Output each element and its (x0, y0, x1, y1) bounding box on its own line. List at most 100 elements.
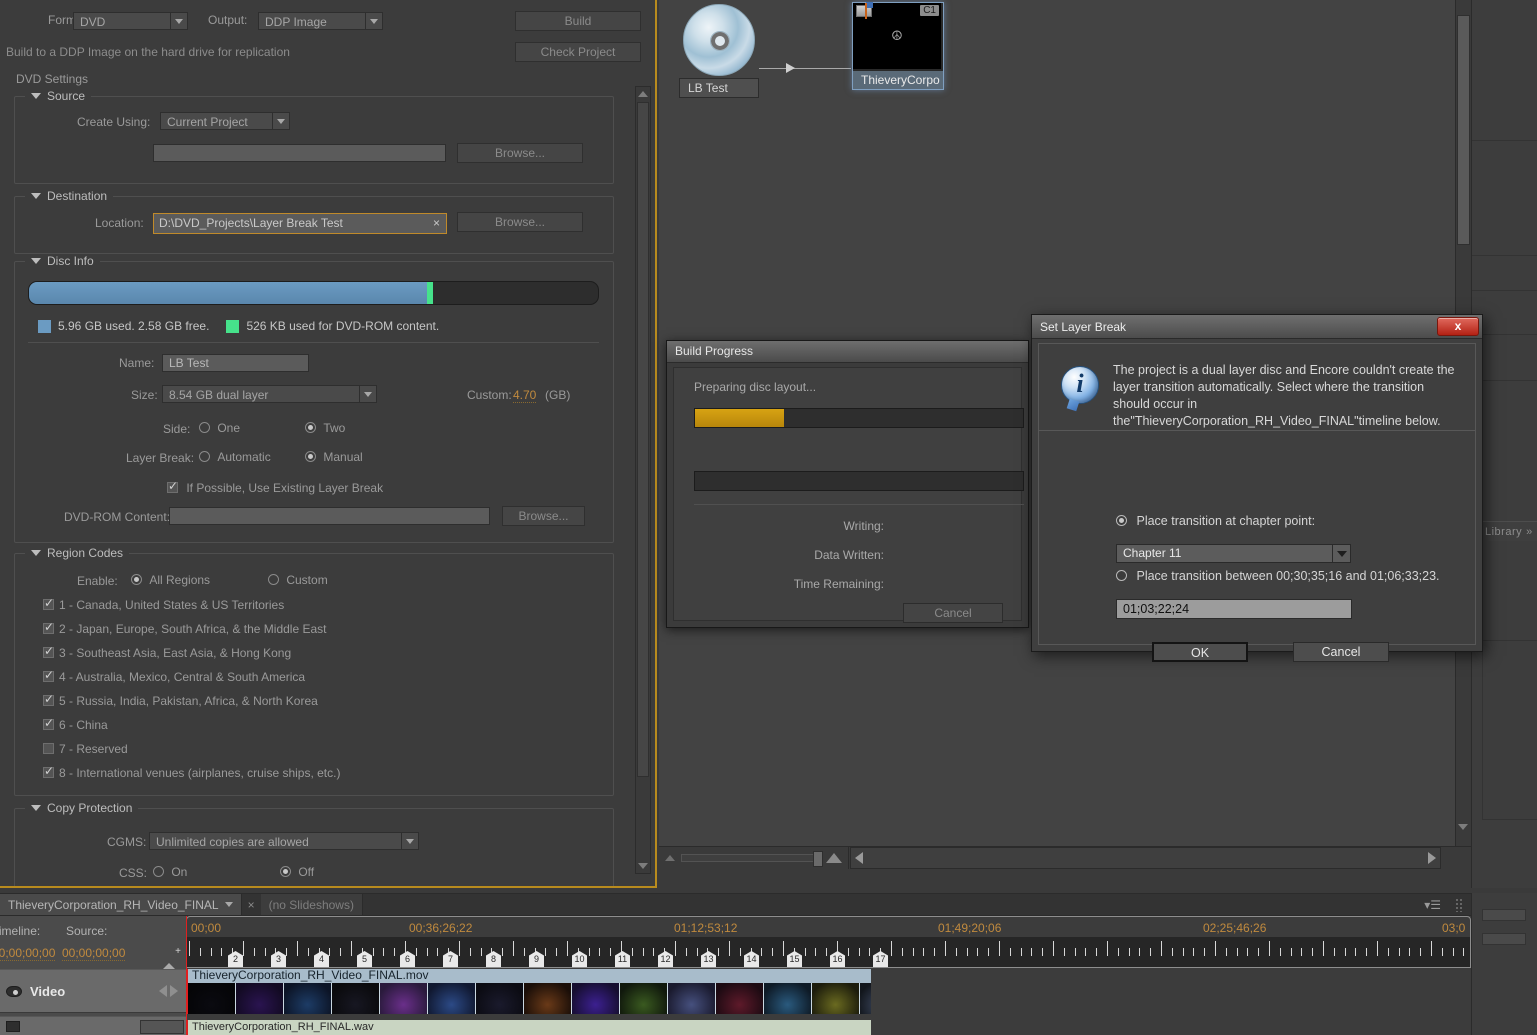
output-dropdown[interactable]: DDP Image (258, 12, 383, 30)
radio-icon[interactable] (280, 866, 291, 877)
flowchart-disc-node[interactable]: LB Test (679, 4, 759, 98)
checkbox-icon[interactable] (43, 596, 54, 610)
region-custom-radio[interactable]: Custom (268, 573, 328, 587)
scroll-up-icon[interactable] (636, 87, 650, 101)
scroll-right-icon[interactable] (1428, 852, 1436, 864)
chevron-right-icon[interactable]: » (1526, 526, 1533, 538)
panel-menu-icon[interactable]: ▾☰ (1424, 898, 1441, 912)
chapter-marker[interactable]: 15 (787, 951, 802, 967)
build-panel-scrollbar[interactable] (635, 86, 651, 874)
radio-icon[interactable] (199, 422, 210, 433)
region-code-item[interactable]: 6 - China (43, 716, 108, 732)
checkbox-icon[interactable] (43, 692, 54, 706)
radio-icon[interactable] (199, 451, 210, 462)
chapter-dropdown[interactable]: Chapter 11 (1116, 544, 1351, 563)
layer-break-time-input[interactable]: 01;03;22;24 (1116, 599, 1352, 619)
check-project-button[interactable]: Check Project (515, 42, 641, 62)
checkbox-icon[interactable] (43, 743, 54, 754)
layer-break-manual-radio[interactable]: Manual (305, 450, 363, 464)
scroll-up-icon[interactable] (1458, 1, 1468, 21)
disc-size-dropdown[interactable]: 8.54 GB dual layer (162, 385, 377, 403)
build-button[interactable]: Build (515, 11, 641, 31)
audio-clip[interactable]: ThieveryCorporation_RH_FINAL.wav (186, 1020, 871, 1035)
timeline-time-value[interactable]: 00;00;00;00 (0, 946, 56, 961)
region-all-radio[interactable]: All Regions (131, 573, 210, 587)
zoom-slider-thumb[interactable] (813, 851, 823, 867)
chapter-marker[interactable]: 14 (744, 951, 759, 967)
chapter-marker[interactable]: 9 (529, 951, 544, 967)
checkbox-icon[interactable] (43, 644, 54, 658)
css-on-radio[interactable]: On (153, 865, 187, 879)
radio-icon[interactable] (131, 574, 142, 585)
arrow-left-icon[interactable] (159, 985, 167, 997)
triangle-down-icon[interactable] (31, 193, 41, 199)
tab-close-button[interactable]: × (241, 894, 261, 915)
chevron-down-icon[interactable] (359, 386, 376, 402)
region-code-item[interactable]: 4 - Australia, Mexico, Central & South A… (43, 668, 305, 684)
layer-break-automatic-radio[interactable]: Automatic (199, 450, 271, 464)
triangle-down-icon[interactable] (31, 805, 41, 811)
checkbox-icon[interactable] (43, 620, 54, 634)
arrow-right-icon[interactable] (170, 985, 178, 997)
flowchart-timeline-node[interactable]: C1 ☮ ThieveryCorpo (852, 2, 944, 90)
video-track-lane[interactable]: ThieveryCorporation_RH_Video_FINAL.mov (186, 969, 1471, 1014)
chevron-down-icon[interactable] (170, 13, 187, 29)
chapter-marker[interactable]: 5 (357, 951, 372, 967)
flowchart-zoom-control[interactable] (659, 847, 849, 869)
radio-icon[interactable] (268, 574, 279, 585)
checkbox-icon[interactable] (167, 479, 178, 493)
checkbox-icon[interactable] (43, 716, 54, 730)
radio-icon[interactable] (305, 422, 316, 433)
timeline-track-area[interactable]: 00;00 00;36;26;22 01;12;53;12 01;49;20;06 02… (186, 916, 1471, 1035)
format-dropdown[interactable]: DVD (73, 12, 188, 30)
scroll-left-icon[interactable] (855, 852, 863, 864)
scrollbar-thumb[interactable] (1457, 15, 1470, 245)
chevron-down-icon[interactable] (224, 902, 233, 907)
video-track-header[interactable]: Video (0, 969, 186, 1013)
chapter-marker[interactable]: 4 (314, 951, 329, 967)
checkbox-icon[interactable] (43, 668, 54, 682)
dvdrom-content-input[interactable] (169, 507, 490, 525)
layer-break-titlebar[interactable]: Set Layer Break x (1032, 315, 1482, 339)
chapter-marker[interactable]: 16 (830, 951, 845, 967)
chapter-marker[interactable]: 10 (572, 951, 587, 967)
build-progress-cancel-button[interactable]: Cancel (903, 603, 1003, 623)
region-code-item[interactable]: 2 - Japan, Europe, South Africa, & the M… (43, 620, 327, 636)
chapter-marker[interactable]: 7 (443, 951, 458, 967)
tab-slideshows[interactable]: (no Slideshows) (260, 894, 363, 915)
chapter-marker[interactable]: 13 (701, 951, 716, 967)
eye-icon[interactable] (6, 985, 22, 997)
css-off-radio[interactable]: Off (280, 865, 314, 879)
zoom-slider-track[interactable] (681, 851, 823, 867)
radio-icon[interactable] (1116, 515, 1127, 526)
create-using-dropdown[interactable]: Current Project (160, 112, 290, 130)
region-code-item[interactable]: 3 - Southeast Asia, East Asia, & Hong Ko… (43, 644, 291, 660)
close-icon[interactable]: x (1437, 317, 1479, 336)
layer-break-cancel-button[interactable]: Cancel (1293, 642, 1389, 662)
chapter-marker[interactable]: 17 (873, 951, 888, 967)
destination-browse-button[interactable]: Browse... (457, 212, 583, 232)
checkbox-icon[interactable] (43, 764, 54, 778)
chapter-marker[interactable]: 11 (615, 951, 630, 967)
region-code-item[interactable]: 7 - Reserved (43, 742, 128, 756)
source-group-header[interactable]: Source (25, 89, 92, 103)
region-codes-group-header[interactable]: Region Codes (25, 546, 130, 560)
build-progress-titlebar[interactable]: Build Progress (667, 341, 1028, 363)
flowchart-horizontal-scrollbar[interactable] (850, 847, 1441, 869)
chevron-down-icon[interactable] (272, 113, 289, 129)
layer-break-ok-button[interactable]: OK (1152, 642, 1248, 662)
radio-icon[interactable] (153, 866, 164, 877)
video-clip[interactable]: ThieveryCorporation_RH_Video_FINAL.mov (186, 969, 871, 1014)
close-icon[interactable]: × (433, 214, 440, 233)
drag-handle-icon[interactable] (1455, 898, 1463, 912)
source-time-value[interactable]: 00;00;00;00 (62, 946, 126, 961)
audio-track-header[interactable] (0, 1016, 186, 1035)
cgms-dropdown[interactable]: Unlimited copies are allowed (149, 832, 419, 850)
zoom-in-icon[interactable] (826, 853, 842, 863)
region-code-item[interactable]: 5 - Russia, India, Pakistan, Africa, & N… (43, 692, 318, 708)
zoom-out-icon[interactable] (665, 855, 675, 861)
track-nav-arrows[interactable] (159, 985, 178, 997)
chapter-marker[interactable]: 3 (271, 951, 286, 967)
disc-info-group-header[interactable]: Disc Info (25, 254, 100, 268)
chapter-marker[interactable]: 12 (658, 951, 673, 967)
